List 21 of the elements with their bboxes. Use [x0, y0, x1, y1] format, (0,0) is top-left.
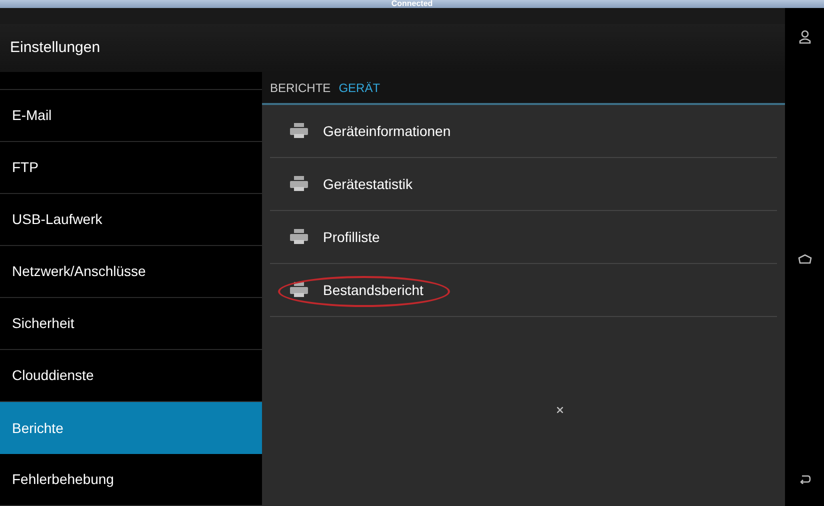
- cross-icon: [557, 407, 563, 413]
- report-label: Profilliste: [323, 228, 380, 246]
- status-text: Connected: [391, 0, 433, 8]
- printer-icon: [290, 229, 308, 245]
- report-label: Geräteinformationen: [323, 122, 451, 140]
- printer-icon: [290, 282, 308, 298]
- back-icon[interactable]: [798, 474, 810, 484]
- sidebar-item[interactable]: Berichte: [0, 402, 262, 454]
- printer-icon: [290, 176, 308, 192]
- breadcrumb-item[interactable]: BERICHTE: [270, 78, 331, 96]
- screen-title: Einstellungen: [10, 38, 100, 58]
- report-label: Bestandsbericht: [323, 280, 424, 300]
- report-item[interactable]: Profilliste: [270, 211, 777, 264]
- home-icon[interactable]: [798, 254, 812, 264]
- printer-icon: [290, 123, 308, 139]
- report-item[interactable]: Bestandsbericht: [270, 264, 777, 317]
- breadcrumb-item[interactable]: GERÄT: [338, 78, 380, 96]
- report-label: Gerätestatistik: [323, 174, 412, 194]
- report-item[interactable]: Geräteinformationen: [270, 105, 777, 158]
- person-icon[interactable]: [798, 30, 810, 44]
- report-item[interactable]: Gerätestatistik: [270, 158, 777, 211]
